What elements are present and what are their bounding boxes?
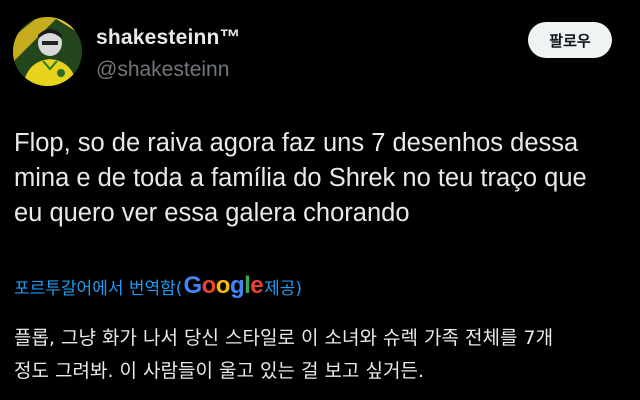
avatar[interactable] bbox=[13, 17, 82, 86]
tweet-text: Flop, so de raiva agora faz uns 7 desenh… bbox=[14, 126, 626, 231]
translation-suffix: 제공) bbox=[264, 278, 303, 299]
tweet-line: Flop, so de raiva agora faz uns 7 desenh… bbox=[14, 129, 579, 157]
follow-button[interactable]: 팔로우 bbox=[528, 22, 612, 58]
translated-text: 플롭, 그냥 화가 나서 당신 스타일로 이 소녀와 슈렉 가족 전체를 7개 … bbox=[14, 322, 626, 388]
user-handle[interactable]: @shakesteinn bbox=[96, 58, 229, 82]
translated-line: 플롭, 그냥 화가 나서 당신 스타일로 이 소녀와 슈렉 가족 전체를 7개 bbox=[14, 327, 554, 349]
avatar-image bbox=[13, 17, 82, 86]
translation-attribution[interactable]: 포르투갈어에서 번역함( Google 제공) bbox=[14, 272, 302, 300]
translated-line: 정도 그려봐. 이 사람들이 울고 있는 걸 보고 싶거든. bbox=[14, 360, 424, 382]
tweet-line: mina e de toda a família do Shrek no teu… bbox=[14, 164, 587, 192]
display-name[interactable]: shakesteinn™ bbox=[96, 26, 241, 50]
tweet-line: eu quero ver essa galera chorando bbox=[14, 199, 410, 227]
translation-prefix: 포르투갈어에서 번역함( bbox=[14, 278, 183, 299]
google-logo: Google bbox=[183, 272, 264, 299]
